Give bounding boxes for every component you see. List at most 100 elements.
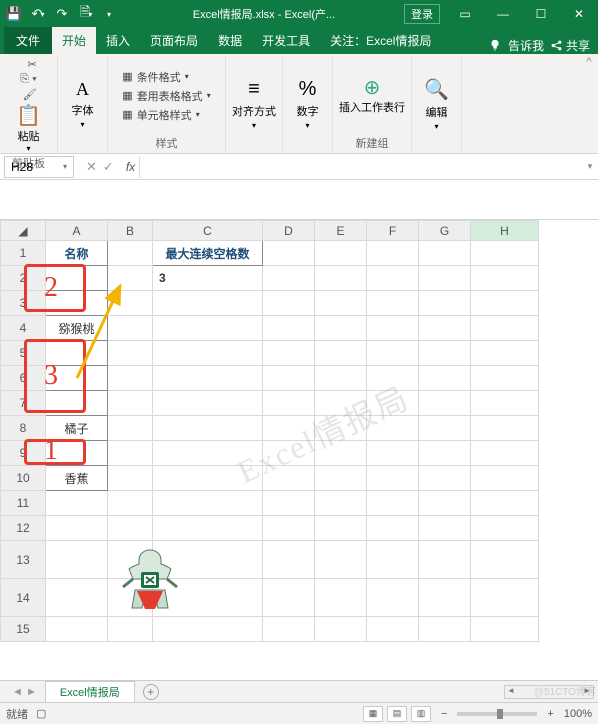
macro-record-icon[interactable]: ▢ [36, 707, 46, 720]
col-header-D[interactable]: D [263, 221, 315, 241]
tab-file[interactable]: 文件 [4, 27, 52, 54]
quick-access-toolbar: 💾 ↶▾ ↷ 🗎▾ ▾ [0, 4, 124, 24]
enter-fx-icon[interactable]: ✓ [103, 159, 114, 175]
cell-style-button[interactable]: ▦单元格样式 ▾ [122, 107, 199, 123]
sheet-tab-bar: ◄ ► Excel情报局 + [0, 680, 598, 702]
group-clipboard: ✂ ⎘ ▾ 🖌 📋 粘贴▾ 剪贴板 [0, 56, 58, 153]
login-button[interactable]: 登录 [404, 4, 440, 24]
row-header[interactable]: 7 [1, 391, 46, 416]
name-box[interactable]: H28▾ [4, 156, 74, 178]
row-header[interactable]: 5 [1, 341, 46, 366]
row-header[interactable]: 9 [1, 441, 46, 466]
col-header-G[interactable]: G [419, 221, 471, 241]
formula-bar[interactable] [139, 156, 582, 178]
row-header[interactable]: 2 [1, 266, 46, 291]
chevron-down-icon[interactable]: ▾ [63, 162, 67, 171]
insert-row-icon: ⊕ [364, 75, 381, 100]
share-button[interactable]: 共享 [550, 37, 590, 54]
row-header[interactable]: 10 [1, 466, 46, 491]
number-button[interactable]: 数字 [297, 103, 319, 119]
cell-C1[interactable]: 最大连续空格数 [153, 241, 263, 266]
col-header-F[interactable]: F [367, 221, 419, 241]
qat-customize-icon[interactable]: ▾ [100, 4, 120, 24]
paste-button[interactable]: 📋 粘贴▾ [16, 103, 41, 153]
close-icon[interactable]: ✕ [560, 0, 598, 28]
redo-icon[interactable]: ↷ [52, 4, 72, 24]
cell-A4[interactable]: 猕猴桃 [46, 316, 108, 341]
zoom-slider[interactable] [457, 712, 537, 716]
worksheet-grid[interactable]: ◢ A B C D E F G H 1名称最大连续空格数 23 3 4猕猴桃 5… [0, 220, 539, 642]
cell-A1[interactable]: 名称 [46, 241, 108, 266]
row-header[interactable]: 6 [1, 366, 46, 391]
ribbon-tabs: 文件 开始 插入 页面布局 数据 开发工具 关注：Excel情报局 告诉我 共享 [0, 28, 598, 54]
col-header-B[interactable]: B [108, 221, 153, 241]
collapse-ribbon-icon[interactable]: ^ [580, 56, 598, 153]
conditional-format-button[interactable]: ▦条件格式 ▾ [122, 69, 188, 85]
tab-dev[interactable]: 开发工具 [252, 27, 320, 54]
row-header[interactable]: 14 [1, 579, 46, 617]
cancel-fx-icon[interactable]: ✕ [86, 159, 97, 175]
group-align: ≡ 对齐方式 ▾ [226, 56, 283, 153]
tellme-label[interactable]: 告诉我 [508, 37, 544, 54]
font-button[interactable]: 字体 [72, 102, 94, 118]
window-controls: ▭ — ☐ ✕ [446, 0, 598, 28]
align-icon: ≡ [248, 78, 260, 101]
view-pagebreak-icon[interactable]: ▥ [411, 706, 431, 722]
minimize-icon[interactable]: — [484, 0, 522, 28]
print-preview-icon[interactable]: 🗎▾ [76, 4, 96, 24]
format-painter-icon[interactable]: 🖌 [23, 88, 37, 101]
cell-C2[interactable]: 3 [153, 266, 263, 291]
col-header-A[interactable]: A [46, 221, 108, 241]
ribbon-options-icon[interactable]: ▭ [446, 0, 484, 28]
col-header-H[interactable]: H [471, 221, 539, 241]
row-header[interactable]: 11 [1, 491, 46, 516]
cond-format-icon: ▦ [122, 70, 132, 83]
maximize-icon[interactable]: ☐ [522, 0, 560, 28]
col-header-C[interactable]: C [153, 221, 263, 241]
copy-icon[interactable]: ⎘ ▾ [20, 73, 36, 86]
row-header[interactable]: 12 [1, 516, 46, 541]
col-header-E[interactable]: E [315, 221, 367, 241]
insert-row-button[interactable]: 插入工作表行 [339, 102, 405, 115]
align-button[interactable]: 对齐方式 [232, 103, 276, 119]
zoom-out-icon[interactable]: − [441, 708, 447, 720]
window-title: Excel情报局.xlsx - Excel(产... [124, 6, 404, 22]
row-header[interactable]: 13 [1, 541, 46, 579]
tab-layout[interactable]: 页面布局 [140, 27, 208, 54]
row-header[interactable]: 1 [1, 241, 46, 266]
edit-button[interactable]: 编辑 [426, 104, 448, 120]
row-header[interactable]: 3 [1, 291, 46, 316]
tab-insert[interactable]: 插入 [96, 27, 140, 54]
excel-hero-image [115, 542, 185, 612]
zoom-in-icon[interactable]: + [547, 708, 553, 720]
sheet-nav[interactable]: ◄ ► [12, 686, 37, 698]
save-icon[interactable]: 💾 [4, 4, 24, 24]
group-font: A 字体 ▾ [58, 56, 108, 153]
cell-A10[interactable]: 香蕉 [46, 466, 108, 491]
undo-icon[interactable]: ↶▾ [28, 4, 48, 24]
cell-style-icon: ▦ [122, 108, 132, 121]
fx-icon[interactable]: fx [126, 160, 135, 174]
column-header-row: ◢ A B C D E F G H [1, 221, 539, 241]
zoom-label[interactable]: 100% [564, 708, 592, 720]
view-pagelayout-icon[interactable]: ▤ [387, 706, 407, 722]
tab-attention[interactable]: 关注：Excel情报局 [320, 27, 441, 54]
new-sheet-button[interactable]: + [143, 684, 159, 700]
find-icon: 🔍 [424, 77, 449, 102]
share-icon [550, 39, 563, 52]
row-header[interactable]: 15 [1, 617, 46, 642]
sheet-tab-active[interactable]: Excel情报局 [45, 681, 135, 702]
tab-home[interactable]: 开始 [52, 27, 96, 54]
row-header[interactable]: 4 [1, 316, 46, 341]
spacer [0, 180, 598, 220]
expand-formula-bar-icon[interactable]: ▾ [582, 161, 598, 172]
copyright-watermark: @51CTO博客 [534, 683, 596, 698]
tab-data[interactable]: 数据 [208, 27, 252, 54]
select-all-corner[interactable]: ◢ [1, 221, 46, 241]
cell-A7[interactable] [46, 391, 108, 416]
titlebar: 💾 ↶▾ ↷ 🗎▾ ▾ Excel情报局.xlsx - Excel(产... 登… [0, 0, 598, 28]
row-header[interactable]: 8 [1, 416, 46, 441]
view-normal-icon[interactable]: ▦ [363, 706, 383, 722]
table-format-button[interactable]: ▦套用表格格式 ▾ [122, 88, 210, 104]
cut-icon[interactable]: ✂ [28, 58, 37, 71]
